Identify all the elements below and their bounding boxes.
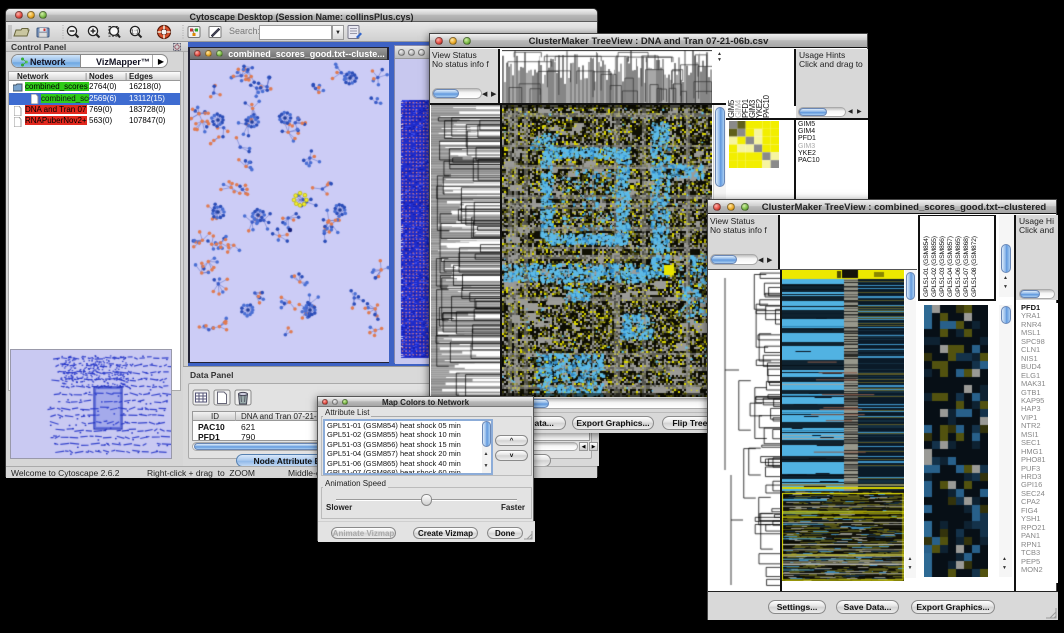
svg-text:1:1: 1:1	[131, 29, 139, 35]
